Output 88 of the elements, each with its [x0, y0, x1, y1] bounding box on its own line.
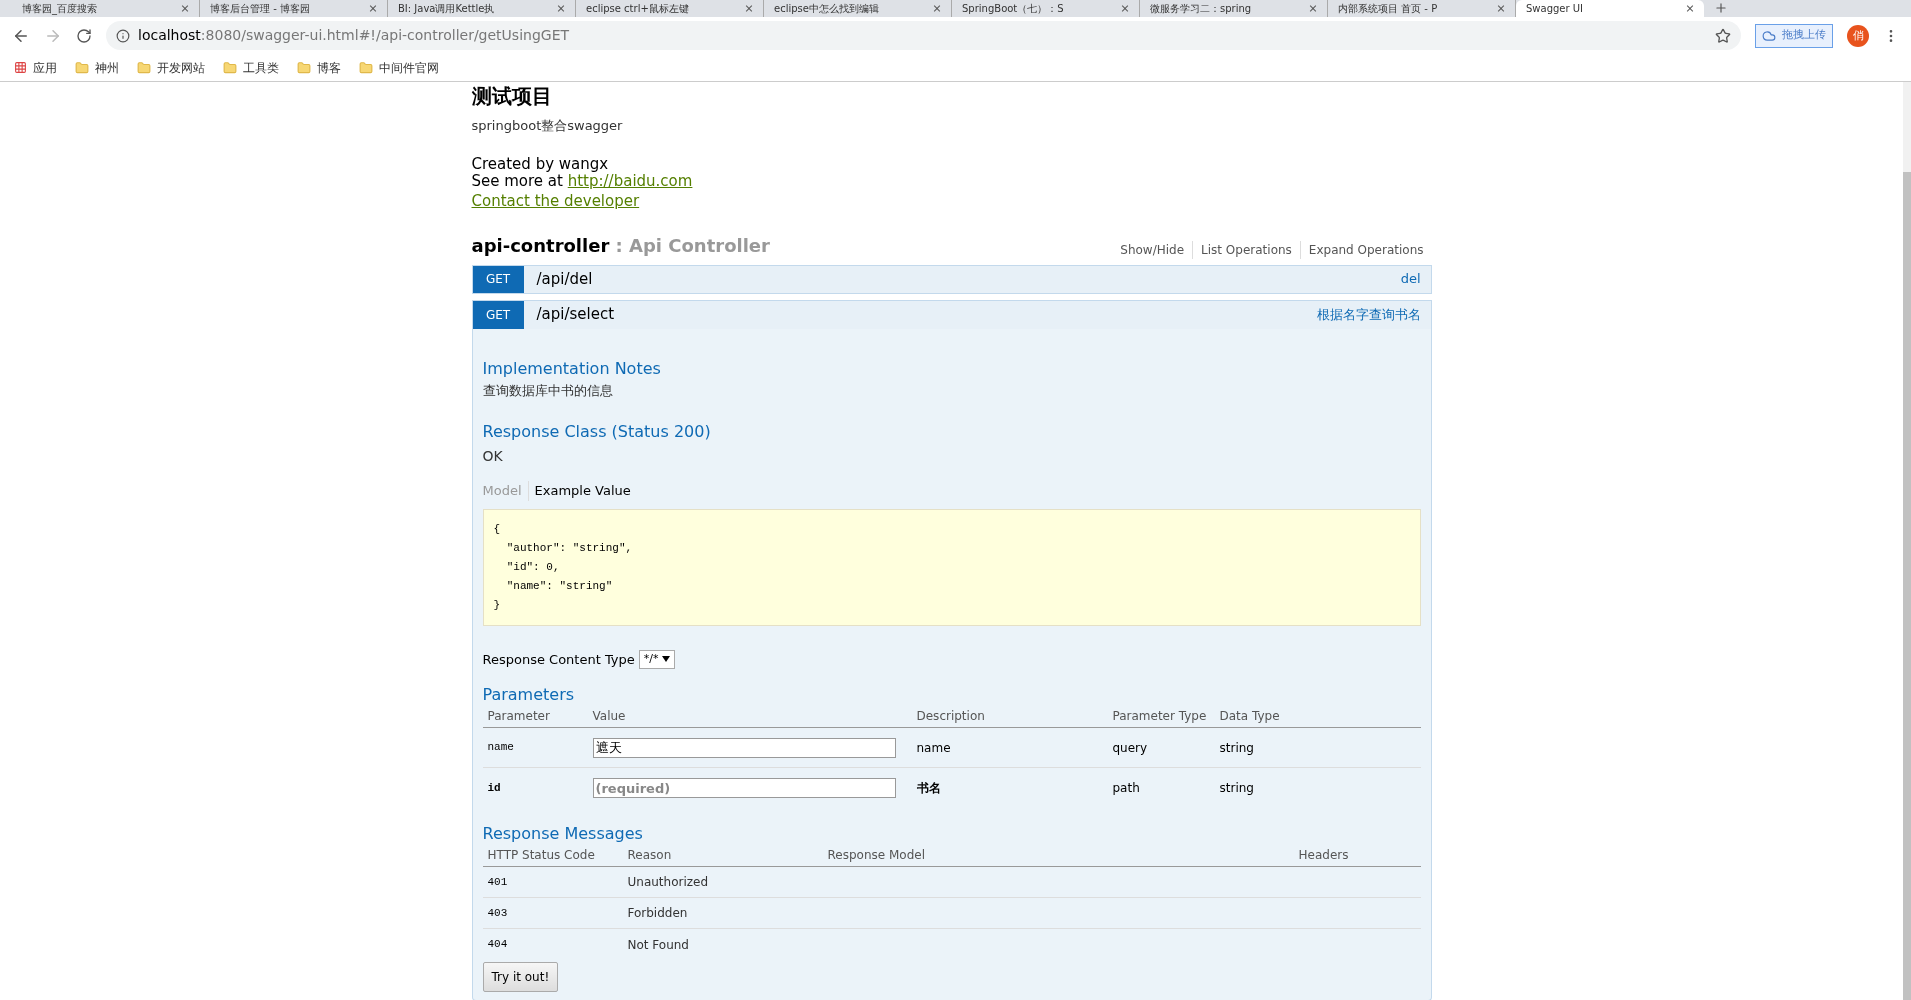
dropdown-arrow-icon — [662, 656, 671, 663]
resource-action-link[interactable]: Expand Operations — [1299, 240, 1432, 259]
folder-icon — [223, 60, 237, 75]
operation-summary[interactable]: del — [1400, 269, 1421, 289]
column-header: Description — [916, 708, 986, 725]
bookmark-item[interactable]: 工具类 — [223, 58, 279, 77]
status-reason: Forbidden — [627, 905, 689, 922]
resource-name[interactable]: api-controller — [471, 231, 610, 259]
tab-title: 博客园_百度搜索 — [22, 2, 98, 15]
tab-title: 微服务学习二：spring — [1150, 2, 1253, 15]
upload-extension-button[interactable]: 拖拽上传 — [1755, 23, 1833, 48]
see-more-text: See more at — [471, 171, 563, 190]
status-reason: Unauthorized — [627, 874, 710, 891]
column-header: Value — [592, 708, 627, 725]
folder-icon — [359, 60, 373, 75]
tab-title: Swagger UI — [1526, 2, 1585, 15]
browser-tab[interactable]: Swagger UI — [1516, 0, 1704, 17]
tab-title: eclipse ctrl+鼠标左键 — [586, 2, 690, 15]
column-header: Headers — [1298, 847, 1350, 864]
apps-icon — [14, 61, 27, 74]
status-code: 404 — [487, 937, 509, 953]
tab-title: SpringBoot（七）：S — [962, 2, 1065, 15]
section-heading: Response Class (Status 200) — [482, 421, 712, 443]
parameter-input[interactable]: 遮天 — [592, 737, 896, 758]
tab-title: eclipse中怎么找到编辑 — [774, 2, 880, 15]
address-bar[interactable]: localhost:8080/swagger-ui.html#!/api-controller/getUsingGET — [106, 21, 1741, 50]
created-by: Created by wangx — [471, 155, 610, 172]
contact-link[interactable]: Contact the developer — [471, 189, 640, 212]
data-type: string — [1219, 739, 1255, 757]
parameter-type: query — [1112, 739, 1149, 757]
status-code: 401 — [487, 874, 509, 890]
section-heading: Response Messages — [482, 823, 644, 845]
resource-action-link[interactable]: Show/Hide — [1112, 240, 1193, 259]
bookmark-item[interactable]: 中间件官网 — [359, 58, 439, 77]
scrollbar[interactable] — [1903, 82, 1911, 1000]
url-text: localhost:8080/swagger-ui.html#!/api-controller/getUsingGET — [138, 26, 570, 45]
parameter-description: 书名 — [916, 780, 942, 797]
column-header: Response Model — [827, 847, 926, 864]
parameter-type: path — [1112, 780, 1141, 797]
profile-avatar[interactable]: 俏 — [1847, 24, 1869, 47]
status-reason: Not Found — [627, 936, 690, 954]
column-header: Parameter — [487, 708, 551, 725]
bookmark-item[interactable]: 神州 — [75, 58, 119, 77]
bookmark-item[interactable]: 应用 — [14, 58, 57, 77]
folder-icon — [75, 60, 89, 75]
operation-path[interactable]: /api/select — [536, 303, 615, 326]
implementation-notes: 查询数据库中书的信息 — [482, 381, 614, 400]
bookmark-item[interactable]: 开发网站 — [137, 58, 205, 77]
reload-icon[interactable] — [76, 27, 92, 44]
example-value-code: { "author": "string", "id": 0, "name": "string" } — [482, 508, 1421, 626]
bookmark-item[interactable]: 博客 — [297, 58, 341, 77]
api-title: 测试项目 — [471, 84, 553, 108]
status-code: 403 — [487, 905, 509, 921]
folder-icon — [137, 60, 151, 75]
model-tab[interactable]: Example Value — [527, 481, 637, 501]
parameter-input[interactable]: (required) — [592, 778, 896, 798]
method-badge: GET — [472, 300, 524, 329]
info-icon — [116, 28, 130, 43]
content-type-select[interactable]: */* — [638, 650, 676, 669]
data-type: string — [1219, 780, 1255, 797]
try-it-out-button[interactable]: Try it out! — [482, 962, 559, 992]
section-heading: Implementation Notes — [482, 357, 662, 380]
bookmark-star-icon[interactable] — [1715, 27, 1731, 44]
parameter-name: id — [487, 780, 502, 796]
column-header: Reason — [627, 847, 673, 864]
cloud-icon — [1762, 28, 1776, 43]
column-header: Parameter Type — [1112, 708, 1208, 725]
resource-action-link[interactable]: List Operations — [1192, 240, 1300, 259]
content-type-label: Response Content Type — [482, 650, 635, 669]
response-class: OK — [482, 447, 504, 466]
operation-bar[interactable]: GET /api/select 根据名字查询书名 — [471, 299, 1432, 329]
parameter-name: name — [487, 740, 515, 756]
operation-bar[interactable]: GET /api/del del — [471, 264, 1432, 294]
new-tab-icon[interactable] — [1714, 1, 1728, 15]
folder-icon — [297, 60, 311, 75]
operation-path[interactable]: /api/del — [536, 267, 593, 291]
parameter-description: name — [916, 739, 952, 757]
resource-description: : Api Controller — [614, 233, 770, 258]
column-header: Data Type — [1219, 708, 1281, 725]
method-badge: GET — [472, 265, 524, 293]
section-heading: Parameters — [482, 684, 576, 706]
tab-title: 内部系统项目 首页 - P — [1338, 2, 1439, 15]
api-description: springboot整合swagger — [471, 117, 624, 135]
website-link[interactable]: http://baidu.com — [567, 171, 693, 190]
operation-summary[interactable]: 根据名字查询书名 — [1316, 304, 1421, 325]
column-header: HTTP Status Code — [487, 847, 596, 864]
tab-title: 博客后台管理 - 博客园 — [210, 2, 311, 15]
tab-title: BI: Java调用Kettle执 — [398, 2, 496, 15]
